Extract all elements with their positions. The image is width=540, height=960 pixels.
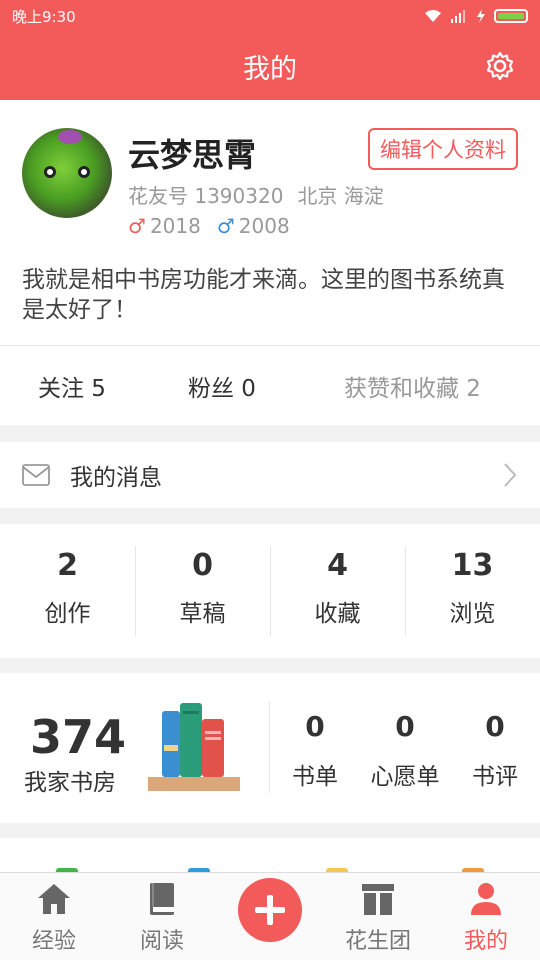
- battery-icon: [494, 9, 528, 23]
- stat-value: 4: [327, 548, 348, 583]
- tab-label: 经验: [31, 929, 76, 954]
- avatar-eye-left: [44, 166, 56, 178]
- stat-drafts[interactable]: 0 草稿: [135, 546, 270, 636]
- user-id: 花友号 1390320: [128, 184, 284, 208]
- wishlist-count: 0: [395, 710, 415, 743]
- avatar-flower: [58, 130, 82, 144]
- following-count[interactable]: 关注 5: [38, 369, 106, 403]
- male-year: 2008: [238, 214, 290, 238]
- create-plus-button[interactable]: [238, 878, 302, 942]
- group-icon: [362, 884, 394, 915]
- stat-creations[interactable]: 2 创作: [0, 546, 135, 636]
- tab-mine[interactable]: 我的: [432, 873, 540, 960]
- status-time: 晚上9:30: [12, 7, 76, 26]
- study-booklist[interactable]: 0 书单: [270, 709, 360, 791]
- profile-info: 花友号 1390320 北京 海淀: [128, 180, 384, 209]
- wifi-icon: [425, 10, 441, 22]
- female-year-item: ♂ 2018: [128, 214, 201, 238]
- female-year: 2018: [149, 214, 201, 238]
- study-wishlist[interactable]: 0 心愿单: [360, 709, 450, 791]
- content-stats: 2 创作 0 草稿 4 收藏 13 浏览: [0, 524, 540, 658]
- page-title: 我的: [243, 53, 297, 85]
- stat-label: 草稿: [179, 601, 226, 627]
- home-study-card: 374 我家书房 0 书单 0 心愿单 0 书评: [0, 673, 540, 823]
- tab-experience[interactable]: 经验: [0, 873, 108, 960]
- status-icons: [424, 9, 528, 23]
- follow-stats-row: 关注 5 粉丝 0 获赞和收藏 2: [0, 345, 540, 425]
- tab-reading[interactable]: 阅读: [108, 873, 216, 960]
- study-book-count[interactable]: 374: [30, 711, 126, 763]
- study-label[interactable]: 我家书房: [24, 763, 116, 797]
- user-bio: 我就是相中书房功能才来滴。这里的图书系统真是太好了！: [22, 267, 505, 323]
- fans-count[interactable]: 粉丝 0: [188, 369, 256, 403]
- female-symbol-icon: ♂: [128, 214, 146, 238]
- signal-icon: [451, 10, 465, 23]
- my-messages-row[interactable]: 我的消息: [0, 442, 540, 508]
- male-year-item: ♂ 2008: [217, 214, 290, 238]
- bottom-tab-bar: 经验 阅读 花生团 我的: [0, 872, 540, 960]
- settings-gear-icon[interactable]: [484, 50, 516, 82]
- status-bar: 晚上9:30: [0, 0, 540, 32]
- children-years: ♂ 2018 ♂ 2008: [128, 214, 290, 238]
- stat-views[interactable]: 13 浏览: [405, 546, 540, 636]
- stat-value: 13: [451, 548, 494, 583]
- app-bar: 我的: [0, 32, 540, 100]
- books-icon: [148, 703, 240, 791]
- user-location: 北京 海淀: [297, 184, 384, 208]
- person-icon: [471, 883, 501, 915]
- male-symbol-icon: ♂: [216, 214, 235, 238]
- username: 云梦思霄: [128, 136, 257, 174]
- stat-favorites[interactable]: 4 收藏: [270, 546, 405, 636]
- charging-icon: [477, 9, 485, 23]
- booklist-label: 书单: [292, 764, 338, 790]
- avatar[interactable]: [22, 128, 112, 218]
- wishlist-label: 心愿单: [370, 764, 440, 790]
- edit-profile-button[interactable]: 编辑个人资料: [368, 128, 518, 170]
- tab-peanut-group[interactable]: 花生团: [324, 873, 432, 960]
- booklist-count: 0: [305, 710, 325, 743]
- tab-label: 花生团: [344, 929, 411, 954]
- likes-count[interactable]: 获赞和收藏 2: [344, 369, 481, 403]
- my-messages-label: 我的消息: [70, 465, 162, 491]
- stat-label: 创作: [44, 601, 91, 627]
- stat-value: 2: [57, 548, 78, 583]
- stat-label: 浏览: [449, 601, 496, 627]
- book-icon: [150, 883, 174, 915]
- reviews-label: 书评: [472, 764, 518, 790]
- reviews-count: 0: [485, 710, 505, 743]
- stat-label: 收藏: [314, 601, 361, 627]
- profile-card: 云梦思霄 编辑个人资料 花友号 1390320 北京 海淀 ♂ 2018 ♂ 2008…: [0, 100, 540, 425]
- tab-label: 阅读: [139, 929, 184, 954]
- avatar-eye-right: [78, 166, 90, 178]
- tab-label: 我的: [463, 929, 508, 954]
- stat-value: 0: [192, 548, 213, 583]
- envelope-icon: [22, 464, 50, 486]
- chevron-right-icon: [504, 463, 517, 487]
- study-reviews[interactable]: 0 书评: [450, 709, 540, 791]
- home-icon: [38, 884, 70, 914]
